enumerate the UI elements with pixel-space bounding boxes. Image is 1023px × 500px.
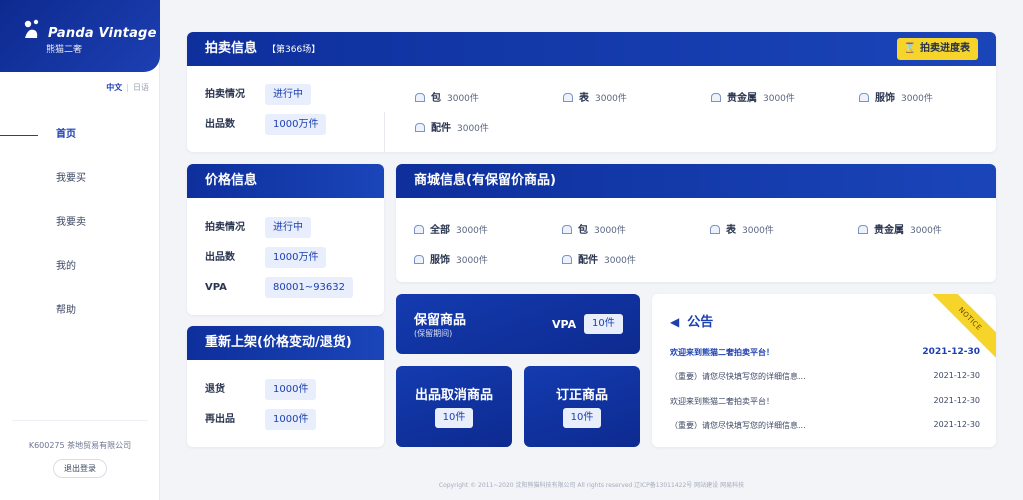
logout-button[interactable]: 退出登录 [53, 459, 107, 478]
mall-category-metal[interactable]: 贵金属 3000件 [858, 221, 942, 236]
auction-session: 【第366场】 [267, 45, 321, 55]
relist-header: 重新上架(价格变动/退货) [187, 326, 384, 360]
bag-icon [415, 93, 425, 102]
mall-category-bag[interactable]: 包 3000件 [562, 221, 626, 236]
corrected-goods-title: 订正商品 [555, 388, 608, 403]
mall-category-apparel[interactable]: 服饰 3000件 [414, 251, 488, 266]
auction-info-header: 拍卖信息 【第366场】 ⌛ 拍卖进度表 [187, 32, 996, 66]
price-count-value: 1000万件 [265, 247, 327, 268]
auction-status-row: 拍卖情况 进行中 [205, 84, 311, 105]
notice-item[interactable]: （重要）请您尽快填写您的详细信息... 2021-12-30 [670, 371, 980, 382]
notice-item[interactable]: 欢迎来到熊猫二奢拍卖平台！ 2021-12-30 [670, 396, 980, 407]
mall-category-all[interactable]: 全部 3000件 [414, 221, 488, 236]
brand-subtitle: 熊猫二奢 [46, 45, 83, 55]
nav-item-home[interactable]: 首页 [0, 118, 160, 162]
reserved-goods-sub: (保留期间) [414, 329, 453, 338]
lang-chinese[interactable]: 中文 [106, 83, 122, 92]
page-footer: Copyright © 2011~2020 沈阳熊猫科技有限公司 All rig… [438, 482, 745, 489]
nav-item-mine[interactable]: 我的 [0, 250, 160, 294]
cancelled-goods-tile[interactable]: 出品取消商品 10件 [396, 366, 512, 447]
mall-category-accessory[interactable]: 配件 3000件 [562, 251, 636, 266]
brand-name: Panda Vintage [48, 26, 157, 41]
price-info-card: 价格信息 拍卖情况 进行中 出品数 1000万件 VPA 80001~93632 [187, 164, 384, 315]
auction-category-metal[interactable]: 贵金属 3000件 [711, 89, 795, 104]
auction-count-value: 1000万件 [265, 114, 327, 135]
auction-info-card: 拍卖信息 【第366场】 ⌛ 拍卖进度表 拍卖情况 进行中 出品数 1000万件 包 30… [187, 32, 996, 152]
nav-item-sell[interactable]: 我要卖 [0, 206, 160, 250]
auction-status-value: 进行中 [265, 84, 311, 105]
bag-icon [858, 225, 868, 234]
price-info-header: 价格信息 [187, 164, 384, 198]
relist-title: 重新上架(价格变动/退货) [205, 335, 352, 350]
nav-item-buy[interactable]: 我要买 [0, 162, 160, 206]
bag-icon [859, 93, 869, 102]
panda-icon [24, 19, 39, 38]
relist-return-row: 退货 1000件 [205, 379, 317, 400]
cancelled-goods-title: 出品取消商品 [414, 388, 493, 403]
relist-card: 重新上架(价格变动/退货) 退货 1000件 再出品 1000件 [187, 326, 384, 447]
mall-info-card: 商城信息(有保留价商品) 全部 3000件 包 3000件 表 3000件 贵金属 30… [396, 164, 996, 282]
reserved-goods-tile[interactable]: 保留商品 (保留期间) VPA 10件 [396, 294, 640, 354]
price-vpa-row: VPA 80001~93632 [205, 277, 354, 298]
bag-icon [414, 255, 424, 264]
auction-category-accessory[interactable]: 配件 3000件 [415, 119, 489, 134]
language-switcher: 中文 | 日语 [106, 83, 149, 92]
brand-logo[interactable]: Panda Vintage 熊猫二奢 [0, 0, 160, 72]
bag-icon [710, 225, 720, 234]
megaphone-icon: ◀ [670, 315, 680, 329]
mall-info-title: 商城信息(有保留价商品) [414, 173, 556, 188]
bag-icon [415, 123, 425, 132]
notice-item[interactable]: （重要）请您尽快填写您的详细信息... 2021-12-30 [670, 420, 980, 431]
relist-return-value: 1000件 [265, 379, 317, 400]
relist-relist-row: 再出品 1000件 [205, 409, 317, 430]
auction-progress-button[interactable]: ⌛ 拍卖进度表 [896, 38, 978, 60]
reserved-goods-value: 10件 [584, 314, 623, 334]
mall-category-watch[interactable]: 表 3000件 [710, 221, 774, 236]
auction-category-watch[interactable]: 表 3000件 [563, 89, 627, 104]
reserved-vpa-label: VPA [552, 318, 577, 331]
sidebar-nav: 首页 我要买 我要卖 我的 帮助 [0, 118, 160, 338]
notice-title: 公告 [687, 315, 714, 330]
notice-title-row: ◀ 公告 [670, 311, 713, 330]
bag-icon [711, 93, 721, 102]
price-status-value: 进行中 [265, 217, 311, 238]
company-name: K600275 茶地贸易有限公司 [28, 441, 132, 450]
price-info-title: 价格信息 [205, 173, 258, 188]
sidebar: Panda Vintage 熊猫二奢 中文 | 日语 首页 我要买 我要卖 我的 帮… [0, 0, 160, 500]
notice-item[interactable]: 欢迎来到熊猫二奢拍卖平台！ 2021-12-30 [670, 347, 980, 358]
notice-card: NOTICE ◀ 公告 欢迎来到熊猫二奢拍卖平台！ 2021-12-30 （重要）请… [652, 294, 996, 447]
bag-icon [562, 255, 572, 264]
auction-category-apparel[interactable]: 服饰 3000件 [859, 89, 933, 104]
mall-info-header: 商城信息(有保留价商品) [396, 164, 996, 198]
sidebar-divider [12, 420, 148, 421]
price-status-row: 拍卖情况 进行中 [205, 217, 311, 238]
hourglass-icon: ⌛ [903, 43, 916, 54]
auction-info-title: 拍卖信息 [205, 41, 258, 56]
bag-icon [562, 225, 572, 234]
corrected-goods-tile[interactable]: 订正商品 10件 [524, 366, 640, 447]
corrected-goods-value: 10件 [562, 408, 602, 428]
auction-count-row: 出品数 1000万件 [205, 114, 327, 135]
price-vpa-value: 80001~93632 [265, 277, 354, 298]
lang-japanese[interactable]: 日语 [133, 83, 149, 92]
cancelled-goods-value: 10件 [434, 408, 474, 428]
auction-category-bag[interactable]: 包 3000件 [415, 89, 479, 104]
reserved-goods-title: 保留商品 [414, 313, 467, 328]
nav-item-help[interactable]: 帮助 [0, 294, 160, 338]
auction-divider [384, 112, 385, 152]
price-count-row: 出品数 1000万件 [205, 247, 327, 268]
bag-icon [563, 93, 573, 102]
bag-icon [414, 225, 424, 234]
relist-relist-value: 1000件 [265, 409, 317, 430]
